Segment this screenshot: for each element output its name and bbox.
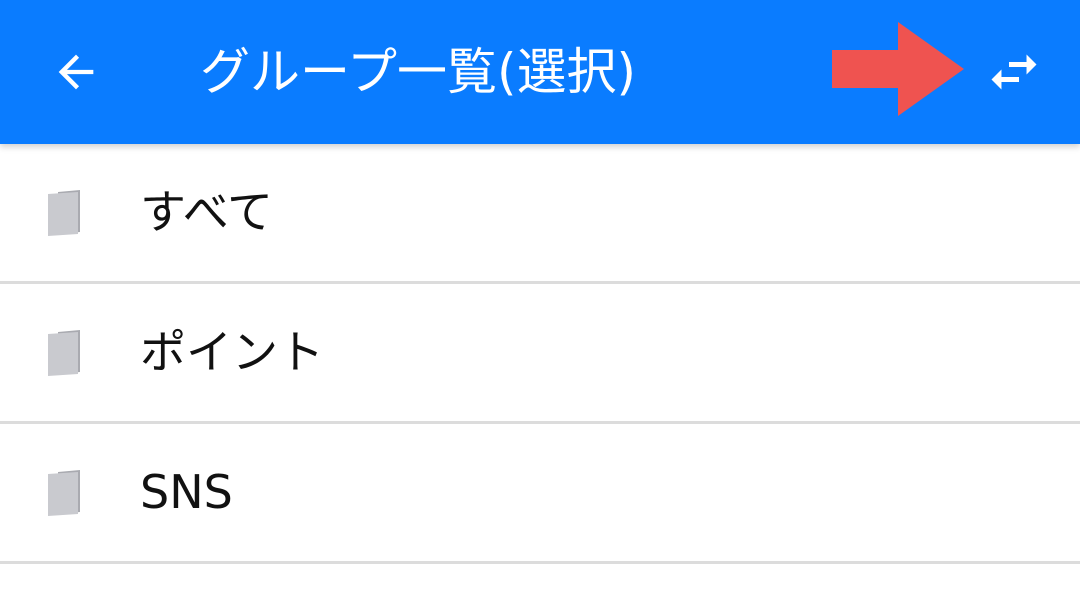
swap-button[interactable] [978, 36, 1050, 108]
page-title: グループ一覧(選択) [200, 43, 637, 101]
group-label: ポイント [140, 325, 324, 379]
group-label: すべて [140, 185, 273, 239]
group-list: すべて ポイント SNS [0, 144, 1080, 564]
list-item[interactable]: ポイント [0, 284, 1080, 424]
folder-icon [48, 470, 80, 516]
red-arrow-pointer-icon [832, 22, 964, 116]
arrow-back-icon [58, 54, 94, 90]
swap-horizontal-icon [991, 54, 1037, 90]
folder-icon [48, 330, 80, 376]
app-bar: グループ一覧(選択) [0, 0, 1080, 144]
folder-icon [48, 190, 80, 236]
list-item[interactable]: SNS [0, 424, 1080, 564]
group-label: SNS [140, 465, 233, 519]
list-item[interactable]: すべて [0, 144, 1080, 284]
back-button[interactable] [40, 36, 112, 108]
